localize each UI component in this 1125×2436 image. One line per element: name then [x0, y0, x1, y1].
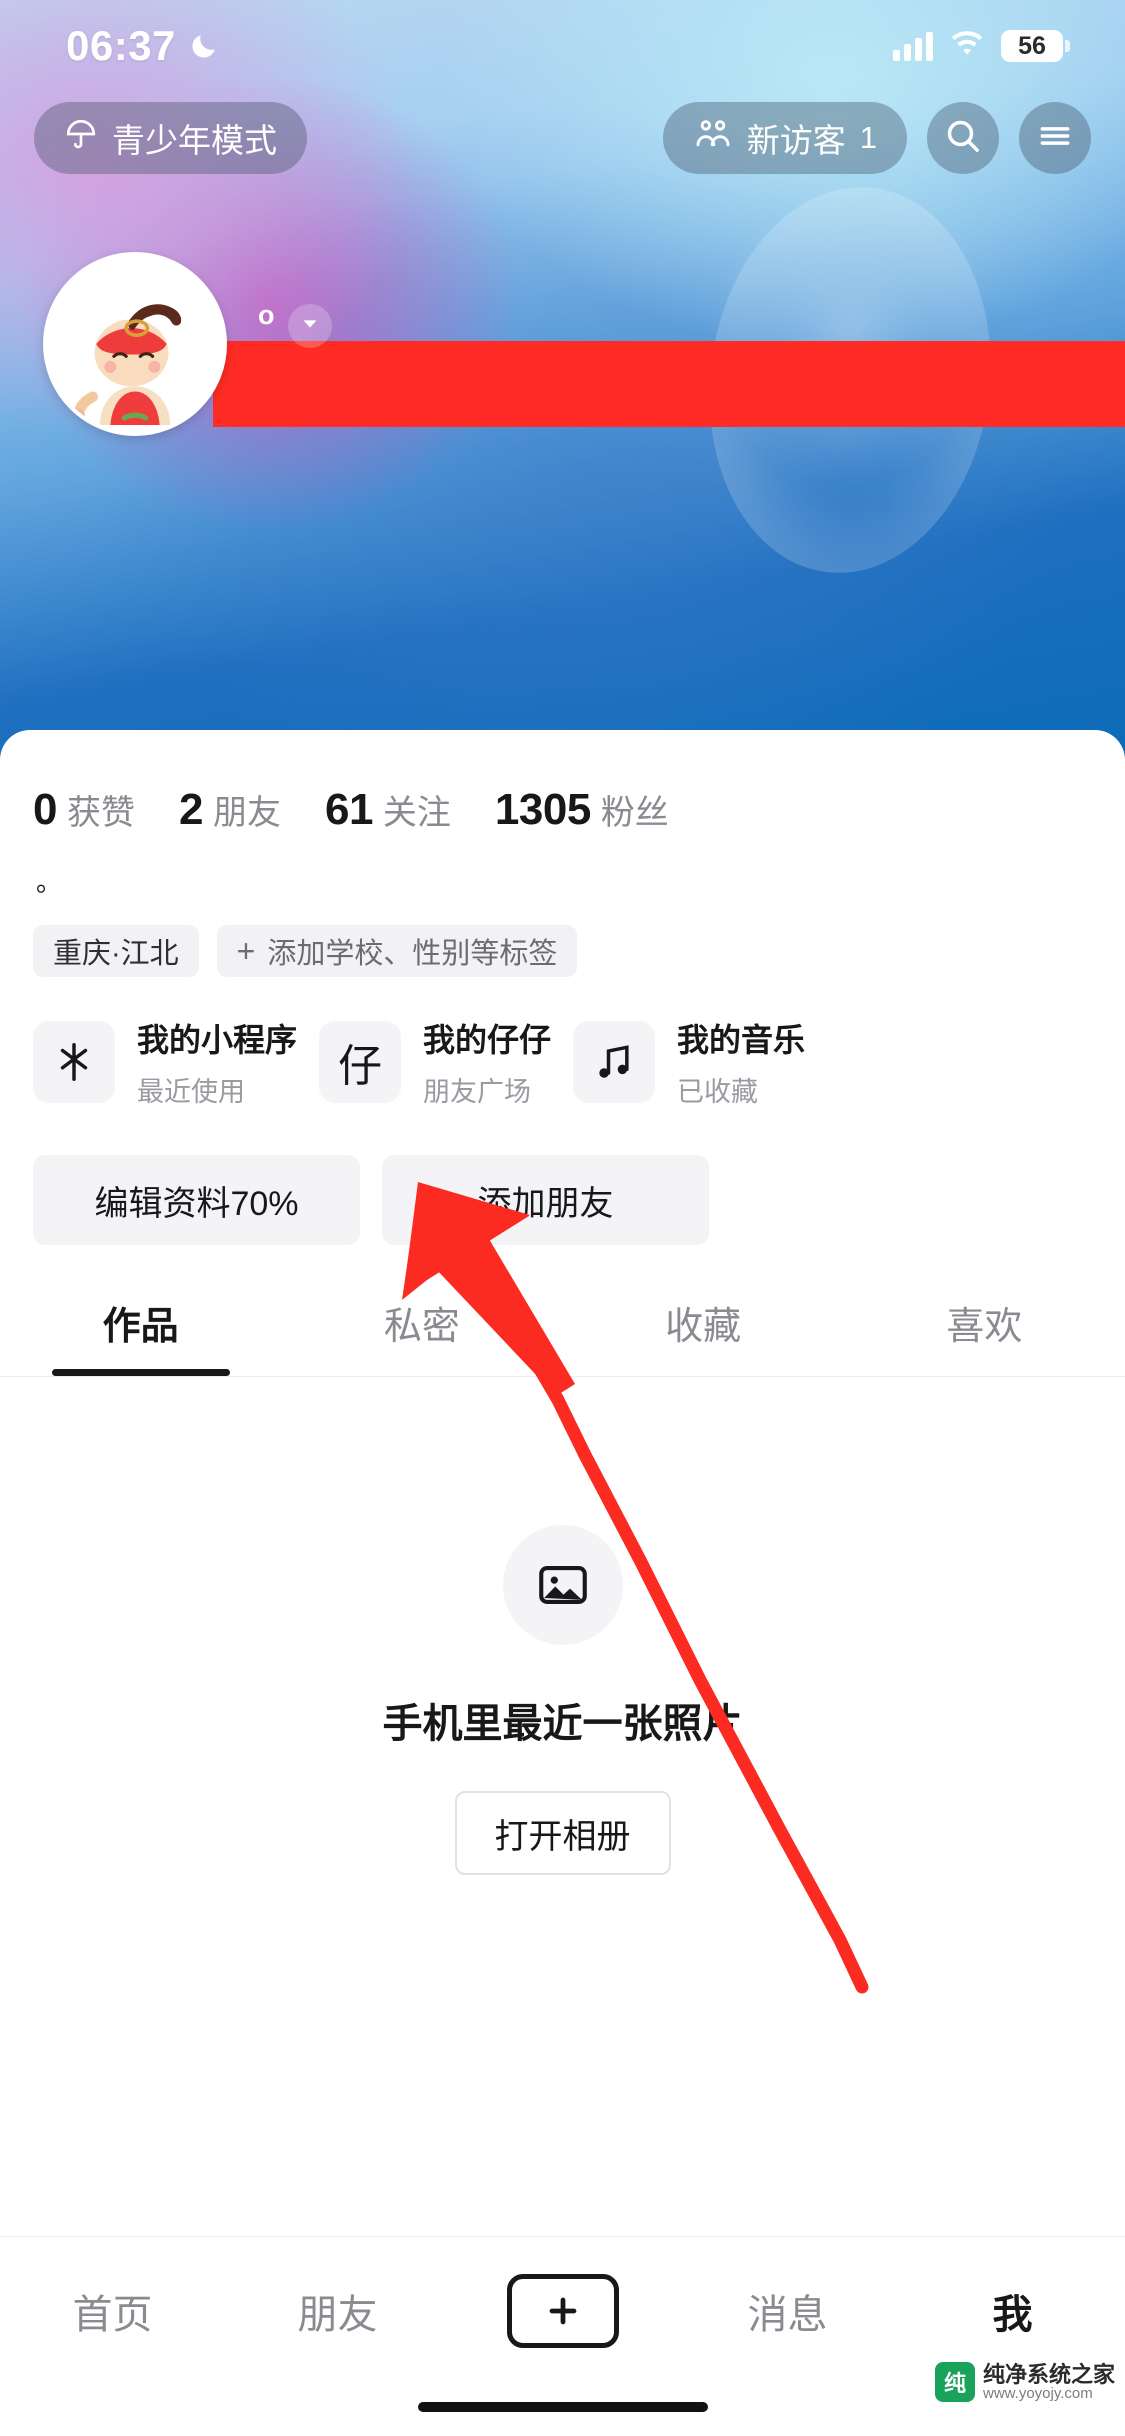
- tag-add-info-label: 添加学校、性别等标签: [267, 938, 558, 970]
- shortcut-card-music-title: 我的音乐: [677, 1022, 806, 1058]
- avatar-image[interactable]: [43, 252, 227, 436]
- search-button[interactable]: [927, 102, 999, 174]
- shortcut-card-music[interactable]: 我的音乐 已收藏: [573, 1015, 805, 1109]
- new-visitor-label: 新访客: [746, 122, 846, 159]
- shortcut-card-zaizai-title: 我的仔仔: [423, 1022, 552, 1058]
- stat-followers-value: 1305: [494, 785, 591, 834]
- cartoon-avatar-illustration: [47, 256, 223, 432]
- douyin-id-text: o: [258, 300, 275, 330]
- profile-bio[interactable]: 。: [0, 835, 1125, 895]
- watermark-url: www.yoyojy.com: [982, 2384, 1093, 2402]
- zaizai-glyph: 仔: [338, 1041, 383, 1092]
- stat-likes[interactable]: 0 获赞: [33, 785, 135, 835]
- zaizai-icon: 仔: [319, 1021, 402, 1103]
- nav-item-create[interactable]: [450, 2273, 675, 2349]
- shortcut-cards-row: 我的小程序 最近使用 仔 我的仔仔 朋友广场 我的音乐 已收藏: [0, 977, 1125, 1109]
- stat-followers-label: 粉丝: [600, 794, 669, 832]
- stat-followers[interactable]: 1305 粉丝: [495, 785, 669, 835]
- open-album-button[interactable]: 打开相册: [454, 1791, 671, 1875]
- stat-following[interactable]: 61 关注: [325, 785, 451, 835]
- plus-icon: +: [236, 932, 256, 969]
- shortcut-card-mini-program-text: 我的小程序 最近使用: [137, 1015, 297, 1109]
- shortcut-card-zaizai-text: 我的仔仔 朋友广场: [423, 1015, 551, 1109]
- shortcut-card-mini-program-subtitle: 最近使用: [137, 1077, 245, 1107]
- nav-item-messages[interactable]: 消息: [675, 2273, 900, 2349]
- status-bar-right: 56: [893, 29, 1070, 64]
- chevron-down-icon: [299, 313, 321, 340]
- plus-create-icon: [506, 2274, 619, 2348]
- redacted-username-bar: [213, 341, 1125, 427]
- profile-dropdown-button[interactable]: [288, 304, 332, 348]
- tab-works[interactable]: 作品: [0, 1295, 281, 1376]
- watermark-title: 纯净系统之家: [982, 2361, 1115, 2387]
- shortcut-card-mini-program[interactable]: 我的小程序 最近使用: [33, 1015, 297, 1109]
- crescent-moon-icon: [188, 30, 220, 62]
- music-note-icon: [573, 1021, 656, 1103]
- tab-liked[interactable]: 喜欢: [844, 1295, 1125, 1376]
- profile-tags-row: 重庆·江北 + 添加学校、性别等标签: [0, 895, 1125, 977]
- edit-profile-button[interactable]: 编辑资料70%: [33, 1155, 360, 1245]
- two-people-icon: [693, 117, 733, 159]
- profile-action-buttons: 编辑资料70% 添加朋友: [0, 1109, 1125, 1245]
- umbrella-icon: [64, 117, 98, 159]
- wifi-icon: [949, 29, 985, 64]
- home-indicator: [417, 2402, 708, 2412]
- tag-location-label: 重庆·江北: [53, 938, 179, 970]
- hamburger-menu-icon: [1036, 117, 1074, 160]
- photo-placeholder-icon: [502, 1525, 623, 1645]
- stat-friends-label: 朋友: [212, 794, 281, 832]
- watermark-logo-icon: 纯: [934, 2362, 975, 2402]
- teen-mode-button[interactable]: 青少年模式: [34, 102, 307, 174]
- new-visitor-button[interactable]: 新访客 1: [662, 102, 907, 174]
- mini-program-icon: [33, 1021, 115, 1103]
- tab-private[interactable]: 私密: [281, 1295, 562, 1376]
- tab-favorites[interactable]: 收藏: [563, 1295, 844, 1376]
- stat-following-value: 61: [324, 785, 373, 834]
- nav-item-home[interactable]: 首页: [0, 2273, 225, 2349]
- profile-content-sheet: 0 获赞 2 朋友 61 关注 1305 粉丝 。 重庆·江北 + 添加学校、性…: [0, 730, 1125, 2436]
- tag-add-info[interactable]: + 添加学校、性别等标签: [216, 925, 578, 977]
- stat-likes-label: 获赞: [66, 794, 135, 832]
- add-friend-button[interactable]: 添加朋友: [382, 1155, 709, 1245]
- shortcut-card-music-text: 我的音乐 已收藏: [677, 1015, 805, 1109]
- stat-friends-value: 2: [178, 785, 203, 834]
- stat-likes-value: 0: [33, 785, 57, 834]
- nav-item-friends[interactable]: 朋友: [225, 2273, 450, 2349]
- avatar[interactable]: [43, 252, 227, 436]
- menu-button[interactable]: [1019, 102, 1091, 174]
- watermark: 纯 纯净系统之家 www.yoyojy.com: [934, 2361, 1115, 2402]
- status-bar: 06:37 56: [0, 0, 1125, 92]
- cellular-signal-icon: [893, 31, 933, 61]
- content-tabs: 作品 私密 收藏 喜欢: [0, 1245, 1125, 1376]
- search-icon: [943, 116, 983, 161]
- battery-indicator: 56: [1001, 30, 1070, 62]
- tag-location[interactable]: 重庆·江北: [33, 925, 199, 977]
- shortcut-card-zaizai-subtitle: 朋友广场: [423, 1077, 532, 1107]
- shortcut-card-zaizai[interactable]: 仔 我的仔仔 朋友广场: [319, 1015, 551, 1109]
- empty-state: 手机里最近一张照片 打开相册: [0, 1377, 1125, 1875]
- nav-item-me[interactable]: 我: [900, 2273, 1125, 2349]
- stat-following-label: 关注: [382, 794, 451, 832]
- status-bar-left: 06:37: [66, 22, 220, 70]
- profile-toolbar: 青少年模式 新访客 1: [0, 98, 1125, 178]
- profile-stats-row: 0 获赞 2 朋友 61 关注 1305 粉丝: [0, 730, 1125, 835]
- teen-mode-label: 青少年模式: [112, 122, 277, 159]
- shortcut-card-mini-program-title: 我的小程序: [137, 1022, 298, 1058]
- empty-state-title: 手机里最近一张照片: [382, 1702, 743, 1746]
- status-bar-clock: 06:37: [66, 22, 176, 69]
- shortcut-card-music-subtitle: 已收藏: [677, 1077, 759, 1107]
- watermark-text: 纯净系统之家 www.yoyojy.com: [982, 2361, 1115, 2402]
- stat-friends[interactable]: 2 朋友: [179, 785, 281, 835]
- new-visitor-count: 1: [859, 120, 877, 155]
